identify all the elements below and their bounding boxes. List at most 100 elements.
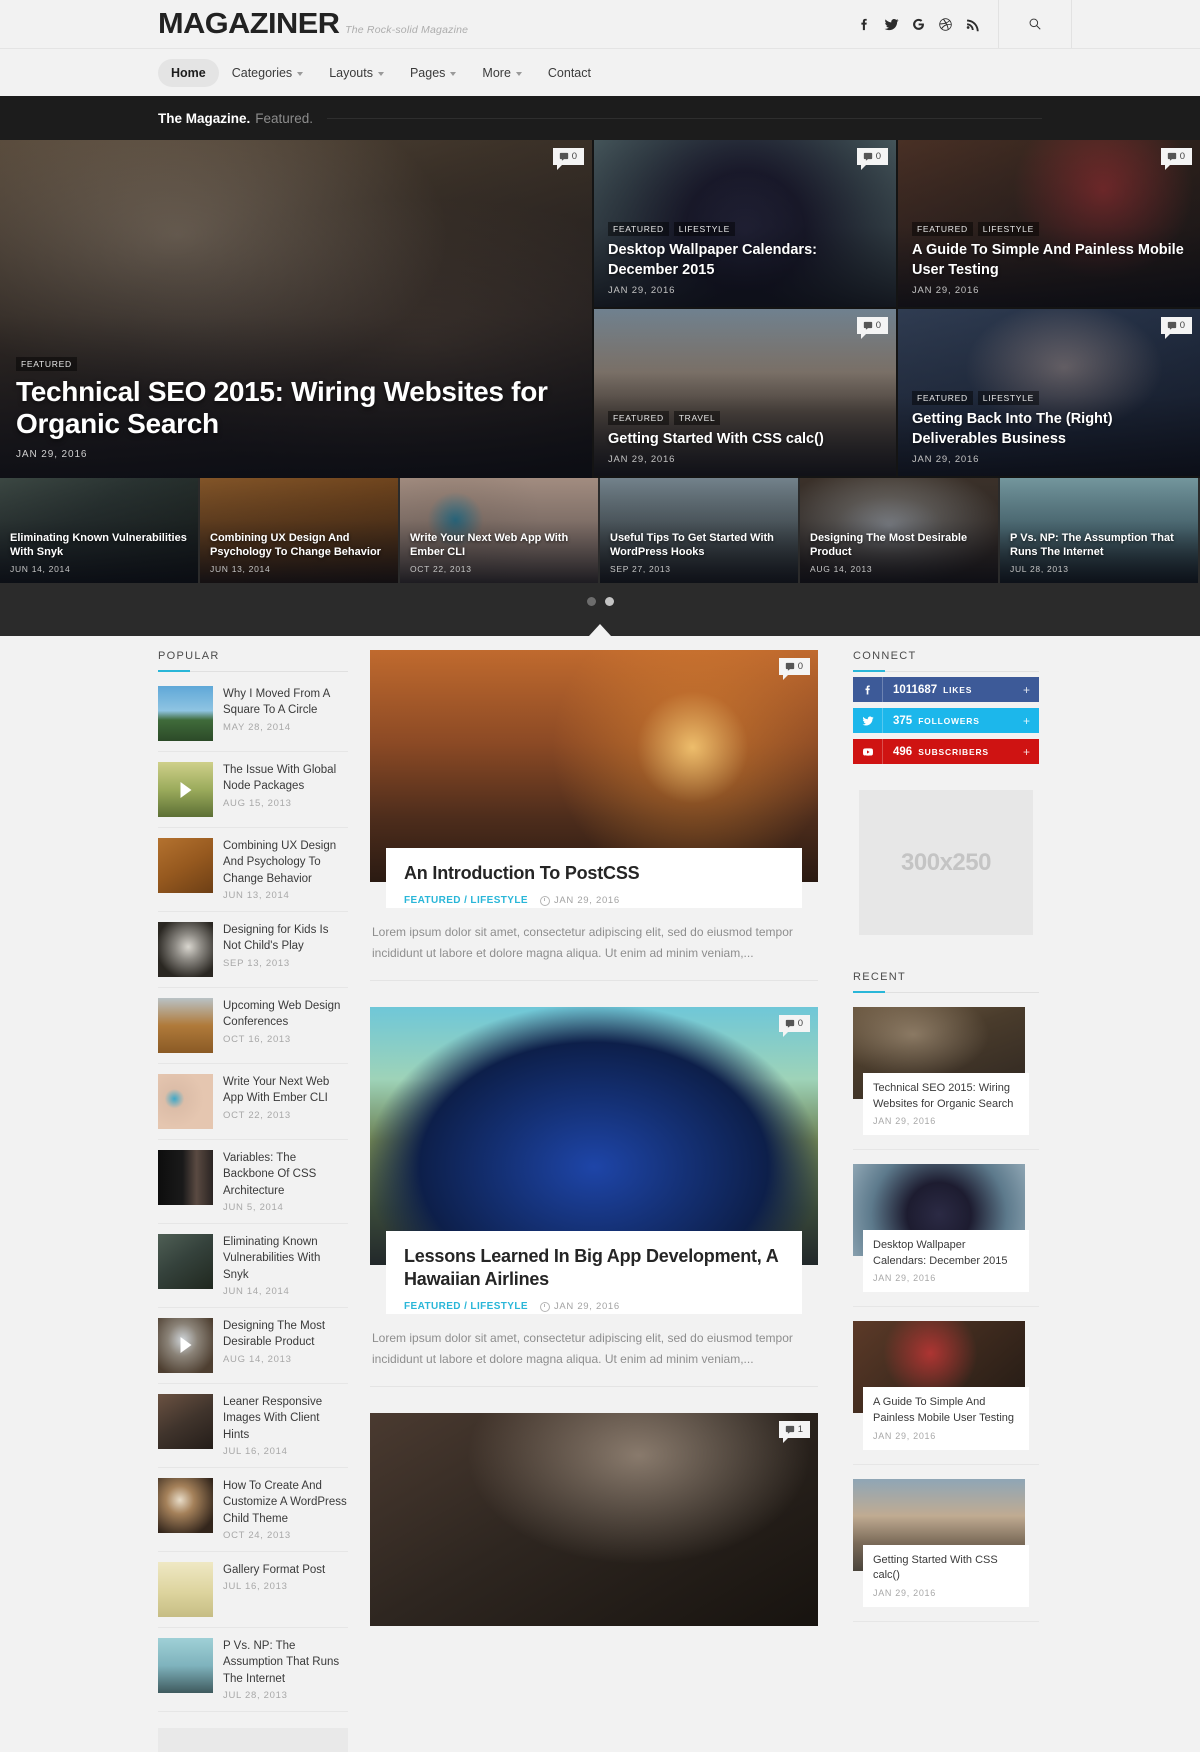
carousel-item-5[interactable]: Designing The Most Desirable Product AUG… — [800, 478, 1000, 583]
category-tag[interactable]: FEATURED — [16, 356, 77, 371]
plus-icon[interactable]: + — [1023, 683, 1030, 697]
carousel-item-3[interactable]: Write Your Next Web App With Ember CLI O… — [400, 478, 600, 583]
article-3-image[interactable]: 1 — [370, 1413, 818, 1627]
category-tag[interactable]: FEATURED — [608, 410, 669, 425]
list-item[interactable]: Designing The Most Desirable Product AUG… — [158, 1308, 348, 1384]
popular-title[interactable]: The Issue With Global Node Packages — [223, 762, 348, 795]
plus-icon[interactable]: + — [1023, 714, 1030, 728]
search-button[interactable] — [998, 0, 1072, 48]
connect-twitter[interactable]: 375 FOLLOWERS + — [853, 708, 1039, 733]
list-item[interactable]: Upcoming Web Design Conferences OCT 16, … — [158, 988, 348, 1064]
hero-tile-3[interactable]: 0 FEATURED TRAVEL Getting Started With C… — [592, 309, 896, 478]
carousel-item-title[interactable]: Write Your Next Web App With Ember CLI — [410, 531, 590, 560]
popular-title[interactable]: Gallery Format Post — [223, 1562, 348, 1578]
list-item[interactable]: Combining UX Design And Psychology To Ch… — [158, 828, 348, 912]
google-plus-icon[interactable] — [911, 17, 926, 32]
comment-count-badge[interactable]: 0 — [1160, 148, 1192, 170]
comment-count-badge[interactable]: 0 — [1160, 317, 1192, 339]
category-tag[interactable]: FEATURED — [912, 222, 973, 237]
popular-title[interactable]: Designing for Kids Is Not Child's Play — [223, 922, 348, 955]
list-item[interactable]: How To Create And Customize A WordPress … — [158, 1468, 348, 1552]
rss-icon[interactable] — [965, 17, 980, 32]
carousel-item-title[interactable]: P Vs. NP: The Assumption That Runs The I… — [1010, 531, 1190, 560]
carousel-item-4[interactable]: Useful Tips To Get Started With WordPres… — [600, 478, 800, 583]
dribbble-icon[interactable] — [938, 17, 953, 32]
list-item[interactable]: Designing for Kids Is Not Child's Play S… — [158, 912, 348, 988]
connect-facebook[interactable]: 1011687 LIKES + — [853, 677, 1039, 702]
recent-title[interactable]: Technical SEO 2015: Wiring Websites for … — [873, 1081, 1019, 1112]
ad-placeholder[interactable]: 300x250 — [859, 790, 1033, 935]
connect-youtube[interactable]: 496 SUBSCRIBERS + — [853, 739, 1039, 764]
recent-title[interactable]: A Guide To Simple And Painless Mobile Us… — [873, 1395, 1019, 1426]
list-item[interactable]: Eliminating Known Vulnerabilities With S… — [158, 1224, 348, 1308]
facebook-icon[interactable] — [857, 17, 872, 32]
popular-title[interactable]: Variables: The Backbone Of CSS Architect… — [223, 1150, 348, 1199]
twitter-icon[interactable] — [884, 17, 899, 32]
list-item[interactable]: P Vs. NP: The Assumption That Runs The I… — [158, 1628, 348, 1712]
popular-title[interactable]: Eliminating Known Vulnerabilities With S… — [223, 1234, 348, 1283]
hero-tile-4-title[interactable]: Getting Back Into The (Right) Deliverabl… — [912, 410, 1186, 449]
list-item[interactable]: A Guide To Simple And Painless Mobile Us… — [853, 1321, 1039, 1465]
nav-item-pages[interactable]: Pages — [397, 59, 469, 87]
hero-tile-2-title[interactable]: A Guide To Simple And Painless Mobile Us… — [912, 241, 1186, 280]
nav-item-categories[interactable]: Categories — [219, 59, 316, 87]
popular-title[interactable]: Combining UX Design And Psychology To Ch… — [223, 838, 348, 887]
comment-count-badge[interactable]: 0 — [856, 148, 888, 170]
carousel-item-1[interactable]: Eliminating Known Vulnerabilities With S… — [0, 478, 200, 583]
nav-item-layouts[interactable]: Layouts — [316, 59, 397, 87]
article-2-image[interactable]: 0 — [370, 1007, 818, 1266]
list-item[interactable]: Getting Started With CSS calc() JAN 29, … — [853, 1478, 1039, 1622]
category-tag[interactable]: FEATURED — [608, 222, 669, 237]
category-tag[interactable]: FEATURED — [912, 391, 973, 406]
article-title[interactable]: Lessons Learned In Big App Development, … — [404, 1245, 784, 1291]
carousel-dot-2[interactable] — [604, 597, 614, 606]
carousel-item-title[interactable]: Eliminating Known Vulnerabilities With S… — [10, 531, 190, 560]
comment-count-badge[interactable]: 1 — [778, 1421, 810, 1444]
comment-count-badge[interactable]: 0 — [778, 658, 810, 680]
hero-tile-4[interactable]: 0 FEATURED LIFESTYLE Getting Back Into T… — [896, 309, 1200, 478]
popular-title[interactable]: P Vs. NP: The Assumption That Runs The I… — [223, 1638, 348, 1687]
popular-title[interactable]: Leaner Responsive Images With Client Hin… — [223, 1394, 348, 1443]
carousel-item-2[interactable]: Combining UX Design And Psychology To Ch… — [200, 478, 400, 583]
popular-title[interactable]: How To Create And Customize A WordPress … — [223, 1478, 348, 1527]
hero-tile-2[interactable]: 0 FEATURED LIFESTYLE A Guide To Simple A… — [896, 140, 1200, 309]
comment-count-badge[interactable]: 0 — [552, 148, 584, 170]
hero-tile-1-title[interactable]: Desktop Wallpaper Calendars: December 20… — [608, 241, 882, 280]
comment-count-badge[interactable]: 0 — [856, 317, 888, 339]
category-tag[interactable]: LIFESTYLE — [977, 222, 1039, 237]
nav-item-more[interactable]: More — [469, 59, 534, 87]
popular-title[interactable]: Why I Moved From A Square To A Circle — [223, 686, 348, 719]
article-title[interactable]: An Introduction To PostCSS — [404, 862, 784, 885]
recent-title[interactable]: Desktop Wallpaper Calendars: December 20… — [873, 1238, 1019, 1269]
article-categories[interactable]: FEATURED / LIFESTYLE — [404, 895, 528, 906]
list-item[interactable]: Gallery Format Post JUL 16, 2013 — [158, 1552, 348, 1628]
popular-title[interactable]: Designing The Most Desirable Product — [223, 1318, 348, 1351]
plus-icon[interactable]: + — [1023, 745, 1030, 759]
hero-main-title[interactable]: Technical SEO 2015: Wiring Websites for … — [16, 376, 552, 442]
popular-title[interactable]: Write Your Next Web App With Ember CLI — [223, 1074, 348, 1107]
list-item[interactable]: Write Your Next Web App With Ember CLI O… — [158, 1064, 348, 1140]
article-categories[interactable]: FEATURED / LIFESTYLE — [404, 1301, 528, 1312]
nav-item-home[interactable]: Home — [158, 58, 219, 87]
site-logo[interactable]: MAGAZINER — [158, 8, 340, 41]
hero-tile-1[interactable]: 0 FEATURED LIFESTYLE Desktop Wallpaper C… — [592, 140, 896, 309]
recent-title[interactable]: Getting Started With CSS calc() — [873, 1553, 1019, 1584]
carousel-item-title[interactable]: Combining UX Design And Psychology To Ch… — [210, 531, 390, 560]
carousel-item-title[interactable]: Designing The Most Desirable Product — [810, 531, 990, 560]
hero-tile-3-title[interactable]: Getting Started With CSS calc() — [608, 430, 882, 449]
nav-item-contact[interactable]: Contact — [535, 59, 604, 87]
hero-main-article[interactable]: 0 FEATURED Technical SEO 2015: Wiring We… — [0, 140, 592, 478]
list-item[interactable]: Desktop Wallpaper Calendars: December 20… — [853, 1164, 1039, 1308]
list-item[interactable]: Variables: The Backbone Of CSS Architect… — [158, 1140, 348, 1224]
category-tag[interactable]: LIFESTYLE — [977, 391, 1039, 406]
brand[interactable]: MAGAZINER The Rock-solid Magazine — [158, 8, 468, 41]
category-tag[interactable]: TRAVEL — [673, 410, 721, 425]
popular-title[interactable]: Upcoming Web Design Conferences — [223, 998, 348, 1031]
comment-count-badge[interactable]: 0 — [778, 1015, 810, 1038]
list-item[interactable]: Why I Moved From A Square To A Circle MA… — [158, 676, 348, 752]
category-tag[interactable]: LIFESTYLE — [673, 222, 735, 237]
list-item[interactable]: The Issue With Global Node Packages AUG … — [158, 752, 348, 828]
carousel-item-title[interactable]: Useful Tips To Get Started With WordPres… — [610, 531, 790, 560]
list-item[interactable]: Technical SEO 2015: Wiring Websites for … — [853, 1007, 1039, 1151]
carousel-item-6[interactable]: P Vs. NP: The Assumption That Runs The I… — [1000, 478, 1200, 583]
